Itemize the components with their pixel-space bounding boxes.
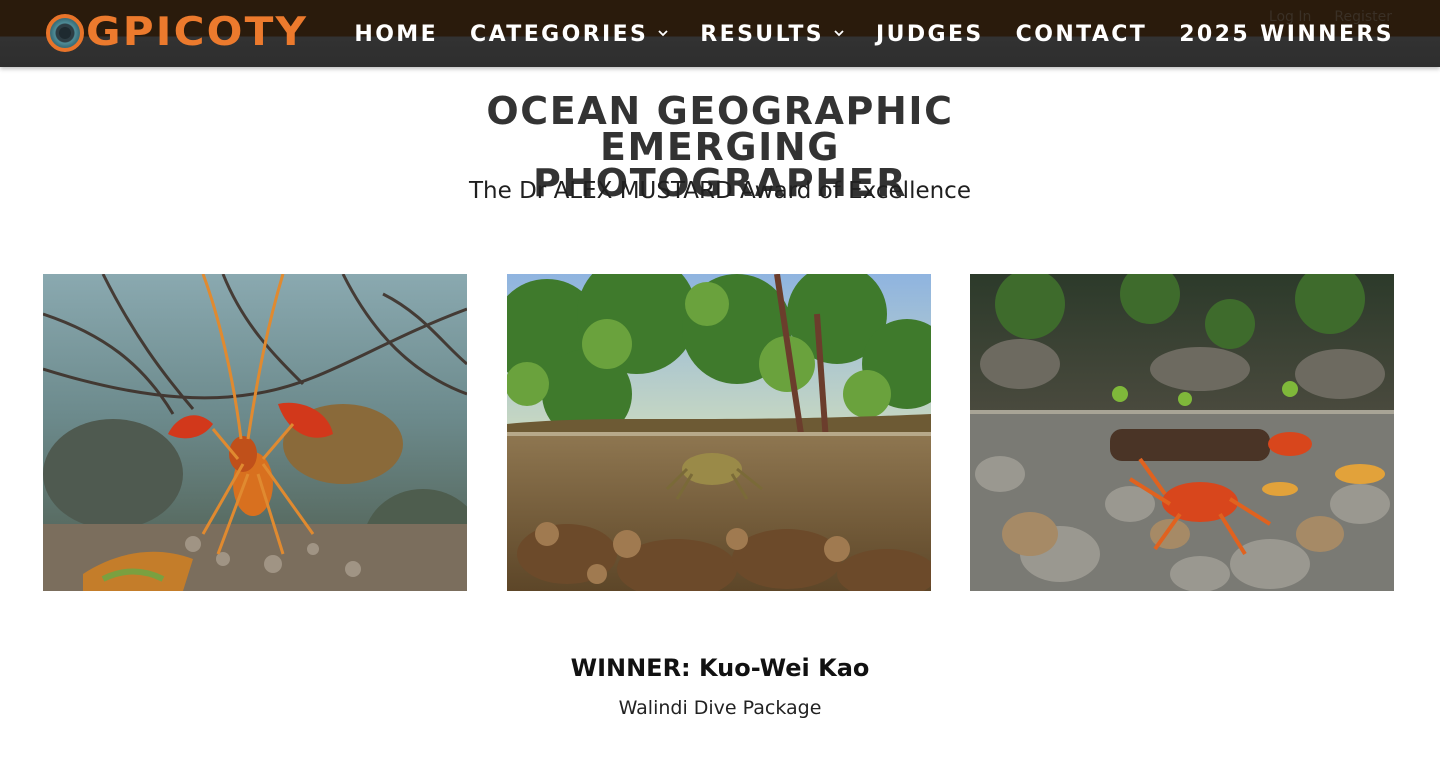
- page-subtitle: The Dr ALEX MUSTARD Award of Excellence: [469, 178, 971, 204]
- chevron-down-icon: [658, 28, 668, 38]
- nav-results-label: RESULTS: [700, 21, 825, 47]
- nav-2025-winners-label: 2025 WINNERS: [1179, 21, 1394, 47]
- site-logo[interactable]: GPICOTY: [46, 13, 306, 53]
- photo-crayfish[interactable]: [43, 274, 467, 591]
- site-header: GPICOTY Log In Register HOME CATEGORIES …: [0, 0, 1440, 67]
- photo-red-crabs-stream[interactable]: [970, 274, 1394, 591]
- nav-home-label: HOME: [354, 21, 439, 47]
- lens-icon: [46, 14, 84, 52]
- chevron-down-icon: [834, 28, 844, 38]
- nav-judges-label: JUDGES: [876, 21, 984, 47]
- nav-judges[interactable]: JUDGES: [876, 22, 984, 47]
- nav-home[interactable]: HOME: [354, 22, 438, 47]
- red-crabs-photo-image: [970, 274, 1394, 591]
- nav-categories[interactable]: CATEGORIES: [470, 22, 668, 47]
- winner-name: WINNER: Kuo-Wei Kao: [570, 654, 870, 682]
- main-nav: HOME CATEGORIES RESULTS JUDGES CONTACT 2…: [322, 18, 1394, 50]
- prize-text: Walindi Dive Package: [618, 697, 822, 719]
- nav-results[interactable]: RESULTS: [700, 22, 844, 47]
- nav-contact[interactable]: CONTACT: [1016, 22, 1148, 47]
- photo-crab-mangrove[interactable]: [507, 274, 931, 591]
- logo-text: GPICOTY: [86, 10, 309, 55]
- nav-2025-winners[interactable]: 2025 WINNERS: [1179, 22, 1394, 47]
- nav-categories-label: CATEGORIES: [470, 21, 649, 47]
- crayfish-photo-image: [43, 274, 467, 591]
- crab-mangrove-photo-image: [507, 274, 931, 591]
- nav-contact-label: CONTACT: [1015, 21, 1148, 47]
